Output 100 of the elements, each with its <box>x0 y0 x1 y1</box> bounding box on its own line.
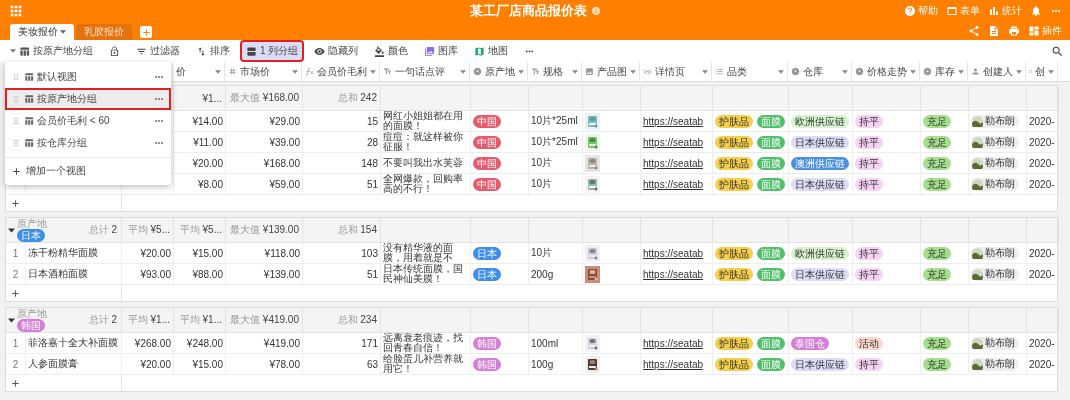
row-number: 2 <box>6 354 26 374</box>
table-cell: ¥118.00 <box>226 243 303 263</box>
caret-icon <box>460 68 466 75</box>
summary-cell: 总和 242 <box>337 91 377 105</box>
table-cell: 103 <box>303 243 381 263</box>
table-cell: 10片*25ml <box>529 111 583 131</box>
table-cell: ¥59.00 <box>226 174 303 194</box>
user-chip: 勒布朗 <box>971 246 1019 260</box>
caret-icon <box>60 29 66 35</box>
search-button[interactable] <box>1051 44 1064 58</box>
option-tag: 护肤品 <box>715 357 753 371</box>
avatar <box>972 337 983 349</box>
detail-link[interactable]: https://seatab <box>643 247 704 259</box>
column-header[interactable]: 价格走势 <box>852 62 920 81</box>
table-cell: 10片 <box>529 153 583 173</box>
view-menu-item[interactable]: 默认视图 <box>5 66 171 88</box>
option-tag: 日本供应链 <box>791 357 849 371</box>
user-chip: 勒布朗 <box>971 135 1019 149</box>
text-icon <box>383 67 392 76</box>
table-cell: 日本酒粕面膜 <box>26 264 122 284</box>
view-menu-item[interactable]: 会员价毛利 < 60 <box>5 110 171 132</box>
bell-button[interactable] <box>1030 5 1042 17</box>
column-header[interactable]: 库存 <box>920 62 968 81</box>
group-field-label: 原产地 <box>17 308 47 319</box>
column-header[interactable]: 价 <box>173 62 225 81</box>
unlock-icon <box>109 45 120 57</box>
option-tag: 充足 <box>923 114 951 128</box>
user-chip: 勒布朗 <box>971 357 1019 371</box>
share-button[interactable] <box>968 25 980 37</box>
table-cell: 冻干粉精华面膜 <box>26 243 122 263</box>
table-cell: 2020- <box>1027 333 1059 353</box>
column-header[interactable]: 一句话点评 <box>380 62 470 81</box>
option-tag: 中国 <box>473 135 501 149</box>
option-icon <box>473 67 482 76</box>
option-tag: 韩国 <box>473 336 501 350</box>
column-header[interactable]: 详情页 <box>640 62 712 81</box>
plus-icon <box>10 287 21 299</box>
option-tag: 面膜 <box>757 177 785 191</box>
option-tag: 护肤品 <box>715 336 753 350</box>
view-menu-item[interactable]: 按仓库分组 <box>5 132 171 154</box>
drag-handle-icon[interactable] <box>11 116 21 126</box>
sort-icon <box>196 45 207 57</box>
table-cell: 10片 <box>529 174 583 194</box>
table-cell: 200g <box>529 264 583 284</box>
drag-handle-icon[interactable] <box>11 94 21 104</box>
add-view-item[interactable]: 增加一个视图 <box>5 161 171 181</box>
detail-link[interactable]: https://seatab <box>643 268 704 280</box>
table-cell: ¥14.00 <box>174 111 226 131</box>
detail-link[interactable]: https://seatab <box>643 358 704 370</box>
toolbar-button[interactable]: 过滤器 <box>132 42 184 60</box>
column-header[interactable]: 市场价 <box>225 62 302 81</box>
add-tab-button[interactable] <box>140 26 152 38</box>
view-switcher[interactable]: 按原产地分组 <box>6 42 97 60</box>
detail-link[interactable]: https://seatab <box>643 157 704 169</box>
table-cell: ¥248.00 <box>174 333 226 353</box>
form-icon <box>946 5 958 17</box>
table-cell: 远离衰老痕迹，找回青春自信！ <box>381 333 471 353</box>
printer-button[interactable] <box>1008 25 1020 37</box>
column-header[interactable]: 品类 <box>712 62 788 81</box>
summary-cell: 总和 154 <box>337 223 377 237</box>
caret-icon <box>630 68 636 75</box>
toolbar-button[interactable]: 图库 <box>420 42 463 60</box>
table-cell: 全网爆款，回购率高的不行！ <box>381 174 471 194</box>
option-tag: 持平 <box>855 267 883 281</box>
detail-link[interactable]: https://seatab <box>643 178 704 190</box>
table-cell: ¥11.00 <box>174 132 226 152</box>
column-header[interactable]: 创 <box>1026 62 1058 81</box>
caret-icon <box>10 48 16 54</box>
person-icon <box>971 67 980 76</box>
app-grid-icon[interactable] <box>8 3 24 19</box>
sheet-tab[interactable]: 美妆报价 <box>10 24 74 40</box>
detail-link[interactable]: https://seatab <box>643 115 704 127</box>
option-tag: 持平 <box>855 177 883 191</box>
column-header[interactable]: 规格 <box>528 62 582 81</box>
option-tag: 日本供应链 <box>791 135 849 149</box>
toolbar-button[interactable]: 隐藏列 <box>310 42 363 60</box>
table-cell: 10片*25ml <box>529 132 583 152</box>
detail-link[interactable]: https://seatab <box>643 337 704 349</box>
column-header[interactable]: 产品图 <box>582 62 640 81</box>
option-tag: 面膜 <box>757 135 785 149</box>
document-button[interactable] <box>988 25 1000 37</box>
detail-link[interactable]: https://seatab <box>643 136 704 148</box>
toolbar-button[interactable]: 排序 <box>192 42 234 60</box>
rows-icon <box>246 45 257 57</box>
option-tag: 面膜 <box>757 156 785 170</box>
table-cell: 28 <box>303 132 381 152</box>
toolbar-button[interactable]: 地图 <box>470 42 513 60</box>
table-cell: 日本传统面膜，国民神仙美膜！ <box>381 264 471 284</box>
column-header[interactable]: 仓库 <box>788 62 852 81</box>
column-header[interactable]: 原产地 <box>470 62 528 81</box>
view-menu-item[interactable]: 按原产地分组 <box>5 88 171 110</box>
caret-icon <box>702 68 708 75</box>
column-header[interactable]: 创建人 <box>968 62 1026 81</box>
option-tag: 面膜 <box>757 114 785 128</box>
column-header[interactable]: 会员价毛利 <box>302 62 380 81</box>
toolbar-button[interactable]: 1 列分组 <box>242 42 303 60</box>
toolbar-button[interactable]: 颜色 <box>370 42 413 60</box>
option-tag: 充足 <box>923 357 951 371</box>
drag-handle-icon[interactable] <box>11 72 21 82</box>
drag-handle-icon[interactable] <box>11 138 21 148</box>
